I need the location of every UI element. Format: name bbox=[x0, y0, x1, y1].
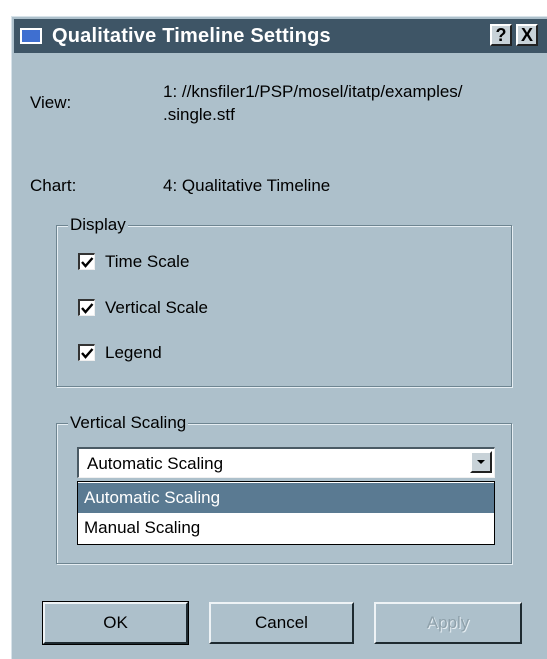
view-value-line1: 1: //knsfiler1/PSP/mosel/itatp/examples/ bbox=[163, 82, 463, 101]
dropdown-arrow-button[interactable] bbox=[470, 451, 492, 473]
time-scale-checkbox[interactable] bbox=[78, 253, 95, 270]
chart-value: 4: Qualitative Timeline bbox=[163, 176, 331, 195]
cancel-button[interactable]: Cancel bbox=[209, 602, 354, 644]
window-title: Qualitative Timeline Settings bbox=[52, 25, 331, 47]
option-automatic-scaling[interactable]: Automatic Scaling bbox=[78, 483, 494, 513]
checkmark-icon bbox=[81, 348, 94, 359]
chevron-down-icon bbox=[477, 460, 485, 464]
vertical-scale-label: Vertical Scale bbox=[105, 298, 208, 317]
display-group-title: Display bbox=[68, 215, 128, 235]
ok-button[interactable]: OK bbox=[42, 601, 189, 645]
scaling-select[interactable]: Automatic Scaling bbox=[77, 447, 495, 478]
checkmark-icon bbox=[81, 303, 94, 314]
legend-label: Legend bbox=[105, 343, 162, 362]
vertical-scaling-group-title: Vertical Scaling bbox=[68, 413, 189, 433]
settings-dialog: Qualitative Timeline Settings ? X View: … bbox=[11, 16, 547, 659]
legend-checkbox[interactable] bbox=[78, 344, 95, 361]
title-bar[interactable]: Qualitative Timeline Settings ? X bbox=[14, 19, 547, 53]
option-manual-scaling[interactable]: Manual Scaling bbox=[78, 513, 494, 543]
chart-label: Chart: bbox=[30, 176, 77, 195]
view-label: View: bbox=[30, 93, 72, 112]
scaling-dropdown-list: Automatic Scaling Manual Scaling bbox=[77, 481, 495, 545]
apply-button[interactable]: Apply bbox=[374, 602, 522, 644]
time-scale-label: Time Scale bbox=[105, 252, 190, 271]
view-value-line2: .single.stf bbox=[163, 105, 235, 124]
checkmark-icon bbox=[81, 257, 94, 268]
scaling-select-value: Automatic Scaling bbox=[87, 454, 224, 473]
window-icon bbox=[20, 28, 42, 44]
close-button[interactable]: X bbox=[516, 24, 538, 46]
vertical-scale-checkbox[interactable] bbox=[78, 299, 95, 316]
help-button[interactable]: ? bbox=[490, 24, 512, 46]
